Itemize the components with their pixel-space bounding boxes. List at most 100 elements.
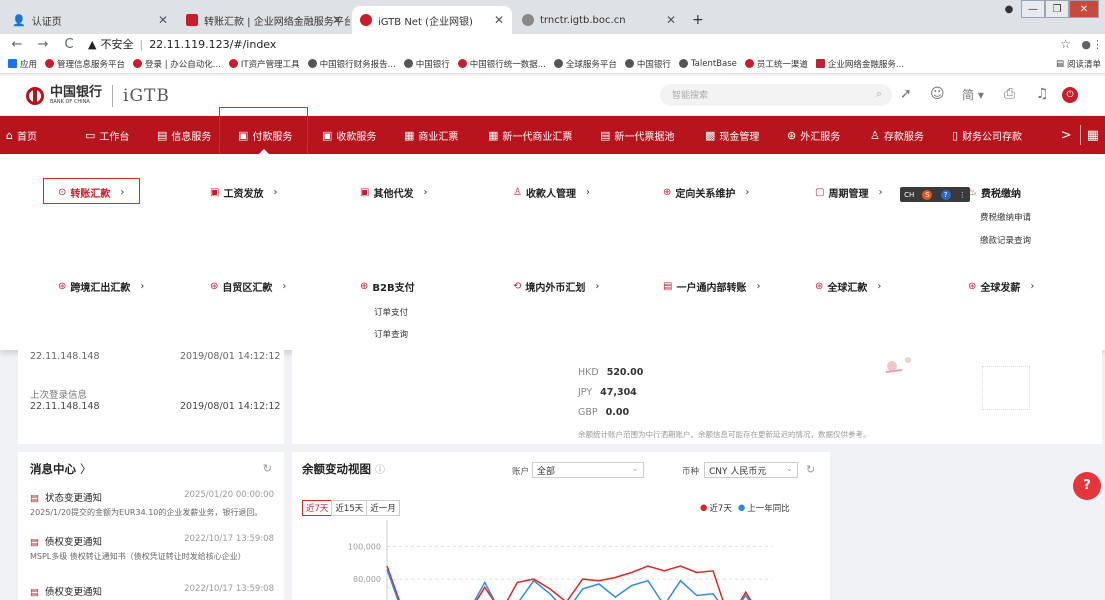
bookmark-item[interactable]: 员工统一渠道 (744, 58, 808, 70)
product-logo: iGTB (123, 86, 170, 106)
bookmark-item[interactable]: 全球服务平台 (553, 58, 617, 70)
menu-global-payroll[interactable]: ⊛ 全球发薪 › (968, 279, 1034, 294)
send-icon[interactable]: ➚ (900, 86, 912, 102)
nav-item-bills[interactable]: ▦ 商业汇票 (404, 128, 458, 143)
reload-icon[interactable]: C (60, 37, 78, 52)
nav-item-cash[interactable]: ▩ 现金管理 (705, 128, 759, 143)
tab-title: iGTB Net (企业网银) (378, 16, 473, 28)
nav-item-new-bills[interactable]: ▦ 新一代商业汇票 (488, 128, 572, 143)
user-icon[interactable]: ☺ (930, 86, 945, 102)
balance-card: HKD 520.00 JPY 47,304 GBP 0.00 余额统计账户范围为中行洒… (292, 350, 1102, 444)
back-icon[interactable]: ← (8, 37, 26, 52)
menu-other-payroll[interactable]: ▣ 其他代发 › (360, 185, 427, 200)
bookmark-item[interactable]: 管理信息服务平台 (45, 58, 125, 70)
reading-list[interactable]: ▤ 阅读清单 (1047, 57, 1101, 70)
nav-item-deposit[interactable]: ♙ 存款服务 (870, 128, 924, 143)
submenu-order-query[interactable]: 订单查询 (374, 328, 408, 340)
profile-icon[interactable]: ● (997, 0, 1021, 18)
menu-global-remit[interactable]: ⊛ 全球汇款 › (815, 279, 881, 294)
forward-icon[interactable]: → (34, 37, 52, 52)
browser-tab-active[interactable]: iGTB Net (企业网银) ✕ (352, 6, 512, 34)
window-close-button[interactable]: ✕ (1069, 0, 1099, 18)
bookmark-item[interactable]: IT资产管理工具 (228, 58, 300, 70)
menu-internal-transfer[interactable]: ▤ 一户通内部转账 › (663, 279, 760, 294)
refresh-icon[interactable]: ↻ (263, 462, 272, 475)
globe-icon (522, 14, 534, 26)
bookmark-item[interactable]: 中国银行统一数据... (457, 58, 546, 70)
browser-tab[interactable]: trnctr.igtb.boc.cn ✕ (514, 6, 684, 34)
globe-icon (624, 59, 634, 68)
new-tab-button[interactable]: + (684, 6, 710, 34)
bell-icon[interactable]: ♫ (1036, 86, 1049, 102)
last-login-ip: 22.11.148.148 (30, 401, 100, 412)
bookmark-item[interactable]: 企业网络金融服务... (815, 58, 904, 70)
document-icon: ▤ (157, 129, 168, 142)
address-bar[interactable]: ▲ 不安全 | 22.11.119.123/#/index (88, 36, 276, 52)
menu-cycle[interactable]: ▢ 周期管理 › (815, 185, 882, 200)
message-title: 债权变更通知 (44, 537, 102, 548)
menu-ftz[interactable]: ⊛ 自贸区汇款 › (210, 279, 286, 294)
menu-salary[interactable]: ▣ 工资发放 › (210, 185, 277, 200)
nav-item-receipt[interactable]: ▣ 收款服务 (322, 128, 376, 143)
browser-tab[interactable]: 👤 认证页 ✕ (4, 6, 176, 34)
close-icon[interactable]: ✕ (494, 13, 504, 27)
search-icon[interactable]: ⌕ (876, 87, 882, 101)
nav-item-home[interactable]: ⌂ 首页 (6, 128, 37, 143)
submenu-tax-apply[interactable]: 费税缴纳申请 (980, 211, 1031, 223)
bookmark-item[interactable]: 中国银行 (624, 58, 671, 70)
submenu-tax-records[interactable]: 缴款记录查询 (980, 234, 1031, 246)
nav-label: 新一代商业汇票 (502, 132, 573, 143)
submenu-order-pay[interactable]: 订单支付 (374, 306, 408, 318)
nav-more-arrow[interactable]: > (1061, 128, 1072, 143)
message-item[interactable]: ▤ 状态变更通知 2025/01/20 00:00:00 2025/1/20提交的金… (30, 490, 274, 518)
menu-domestic-fx[interactable]: ⟲ 境内外币汇划 › (513, 279, 599, 294)
star-icon[interactable]: ☆ (1060, 37, 1071, 51)
message-item[interactable]: ▤ 债权变更通知 2022/10/17 13:59:08 MSPL多级 债权转让通知… (30, 534, 274, 562)
bookmark-item[interactable]: TalentBase (678, 59, 737, 69)
help-button[interactable]: ? (1073, 472, 1101, 500)
menu-relationship[interactable]: ⊕ 定向关系维护 › (663, 185, 749, 200)
close-icon[interactable]: ✕ (666, 13, 676, 27)
chevron-right-icon: › (878, 187, 883, 198)
user-icon: 👤 (12, 13, 26, 27)
nav-item-info[interactable]: ▤ 信息服务 (157, 128, 211, 143)
nav-label: 收款服务 (336, 132, 377, 143)
message-item[interactable]: ▤ 债权变更通知 2022/10/17 13:59:08 (30, 584, 274, 598)
balance-row-jpy: JPY 47,304 (578, 387, 637, 398)
boc-logo[interactable]: 中国银行 BANK OF CHINA iGTB (26, 85, 170, 107)
bookmark-item[interactable]: 登录 | 办公自动化... (133, 58, 221, 70)
menu-crossborder[interactable]: ⊛ 跨境汇出汇款 › (58, 279, 144, 294)
bookmark-apps[interactable]: 应用 (8, 58, 37, 70)
bookmark-item[interactable]: 中国银行财务报告... (307, 58, 396, 70)
logout-icon[interactable]: ⏻ (1062, 87, 1078, 103)
menu-tax[interactable]: ♨ 费税缴纳 (968, 185, 1021, 200)
language-switch[interactable]: 简 ▾ (962, 86, 984, 103)
nav-item-workbench[interactable]: ▭ 工作台 (85, 128, 129, 143)
nav-item-finance-company[interactable]: ▯ 财务公司存款 (952, 128, 1022, 143)
account-icon[interactable]: ● (1081, 38, 1091, 51)
nav-item-bill-pool[interactable]: ▤ 新一代票据池 (600, 128, 674, 143)
last-login-time: 2019/08/01 14:12:12 (180, 401, 281, 412)
relationship-icon: ⊕ (663, 187, 672, 198)
print-icon[interactable]: ⎙ (1004, 86, 1015, 102)
grid-menu-icon[interactable]: ▦ (1087, 128, 1099, 143)
tab-title: trnctr.igtb.boc.cn (540, 14, 626, 26)
menu-kebab-icon[interactable]: ⋮ (1092, 38, 1103, 51)
message-center-title[interactable]: 消息中心 〉 (30, 461, 92, 477)
ime-toolbar[interactable]: CH S ? ⋮ (900, 187, 970, 202)
bookmark-label: 全球服务平台 (565, 59, 617, 70)
maximize-button[interactable]: ❐ (1045, 0, 1069, 18)
bookmark-label: 管理信息服务平台 (57, 59, 126, 70)
browser-tab[interactable]: 转账汇款 | 企业网络金融服务平台 ✕ (178, 6, 350, 34)
menu-b2b[interactable]: ⊕ B2B支付 (360, 279, 415, 294)
search-input[interactable]: 智能搜索 ⌕ (660, 84, 892, 106)
close-icon[interactable]: ✕ (158, 13, 168, 27)
chevron-right-icon: › (585, 187, 590, 198)
minimize-button[interactable]: — (1021, 0, 1045, 18)
nav-item-fx[interactable]: ⊛ 外汇服务 (787, 128, 840, 143)
chevron-right-icon: › (282, 281, 287, 292)
close-icon[interactable]: ✕ (332, 13, 342, 27)
y-tick-label: 80,000 (353, 575, 381, 584)
bookmark-item[interactable]: 中国银行 (403, 58, 450, 70)
menu-payee[interactable]: ♙ 收款人管理 › (513, 185, 590, 200)
